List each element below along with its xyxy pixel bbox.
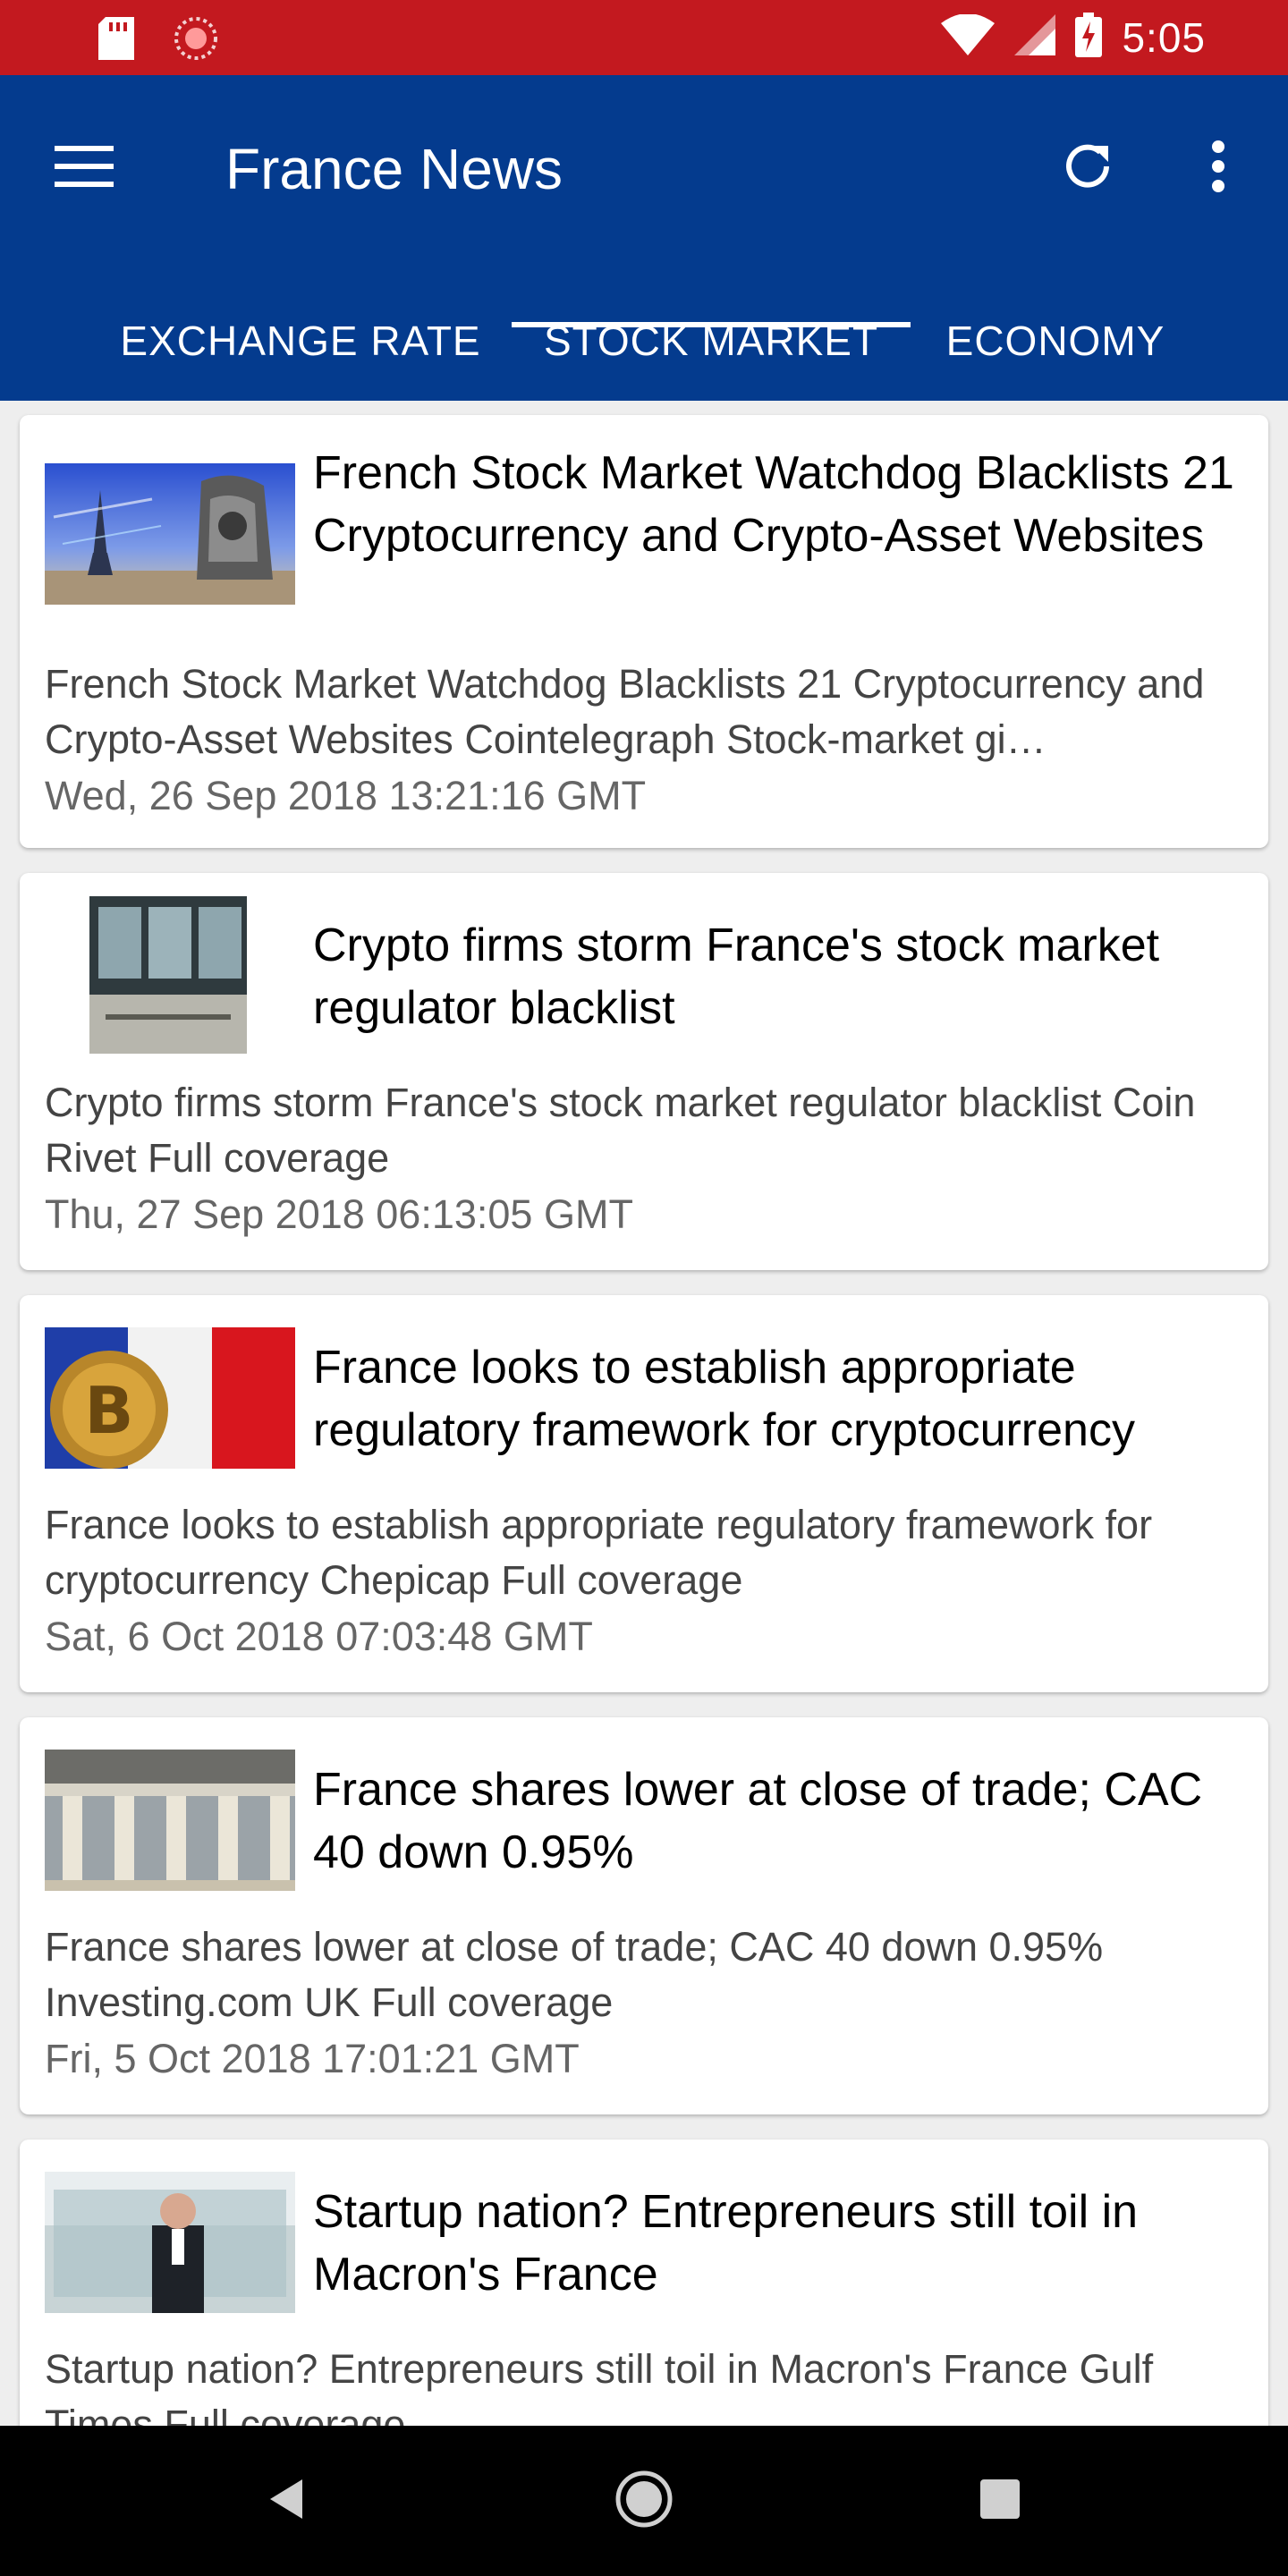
tab-stock-market[interactable]: STOCK MARKET (512, 281, 911, 401)
app-bar: France News EXCHANGE RATE STOCK MARKET E… (0, 75, 1288, 401)
sync-icon (174, 16, 218, 61)
article-date: Wed, 26 Sep 2018 13:21:16 GMT (45, 773, 647, 818)
svg-text:B: B (85, 1373, 134, 1448)
news-card[interactable]: B France looks to establish appropriate … (20, 1295, 1268, 1692)
article-date: Thu, 27 Sep 2018 06:13:05 GMT (45, 1191, 633, 1237)
article-title[interactable]: Crypto firms storm France's stock market… (313, 914, 1236, 1039)
article-thumbnail: B (45, 1327, 295, 1469)
tab-economy[interactable]: ECONOMY (930, 281, 1181, 401)
more-options-button[interactable] (1182, 132, 1254, 204)
article-title[interactable]: Startup nation? Entrepreneurs still toil… (313, 2181, 1236, 2306)
article-summary: French Stock Market Watchdog Blacklists … (45, 661, 1205, 762)
article-date: Fri, 5 Oct 2018 17:01:21 GMT (45, 2036, 580, 2081)
article-date: Sat, 6 Oct 2018 07:03:48 GMT (45, 1614, 593, 1659)
menu-button[interactable] (48, 132, 120, 204)
battery-charging-icon (1075, 13, 1103, 62)
article-summary: France looks to establish appropriate re… (45, 1502, 1153, 1603)
status-time: 5:05 (1122, 13, 1206, 61)
refresh-button[interactable] (1052, 132, 1123, 204)
back-icon (267, 2478, 306, 2525)
news-card[interactable]: France shares lower at close of trade; C… (20, 1717, 1268, 2114)
article-thumbnail (45, 1750, 295, 1891)
news-feed[interactable]: French Stock Market Watchdog Blacklists … (0, 401, 1288, 2426)
article-thumbnail (45, 2172, 295, 2313)
news-card[interactable]: Crypto firms storm France's stock market… (20, 873, 1268, 1270)
article-summary: France shares lower at close of trade; C… (45, 1924, 1104, 2025)
article-summary: Crypto firms storm France's stock market… (45, 1080, 1196, 1181)
more-vert-icon (1211, 140, 1225, 198)
home-icon (614, 2470, 674, 2533)
selected-tab-indicator (512, 322, 911, 327)
article-title[interactable]: France looks to establish appropriate re… (313, 1336, 1236, 1462)
news-card[interactable]: French Stock Market Watchdog Blacklists … (20, 415, 1268, 848)
article-thumbnail (89, 896, 247, 1054)
article-title[interactable]: French Stock Market Watchdog Blacklists … (313, 442, 1236, 567)
recents-icon (980, 2479, 1020, 2523)
system-nav-bar (0, 2426, 1288, 2576)
article-title[interactable]: France shares lower at close of trade; C… (313, 1758, 1236, 1884)
back-button[interactable] (250, 2465, 322, 2537)
wifi-icon (941, 13, 996, 60)
sd-card-icon (98, 17, 134, 60)
status-bar: 5:05 (0, 0, 1288, 75)
app-title: France News (225, 137, 563, 201)
news-card[interactable]: Startup nation? Entrepreneurs still toil… (20, 2140, 1268, 2426)
refresh-icon (1060, 139, 1115, 199)
home-button[interactable] (608, 2465, 680, 2537)
menu-icon (55, 145, 114, 191)
recents-button[interactable] (964, 2465, 1036, 2537)
article-summary: Startup nation? Entrepreneurs still toil… (45, 2346, 1154, 2426)
tab-bar: EXCHANGE RATE STOCK MARKET ECONOMY (0, 281, 1288, 401)
signal-icon (1014, 14, 1056, 60)
tab-exchange-rate[interactable]: EXCHANGE RATE (107, 281, 494, 401)
article-thumbnail (45, 463, 295, 605)
